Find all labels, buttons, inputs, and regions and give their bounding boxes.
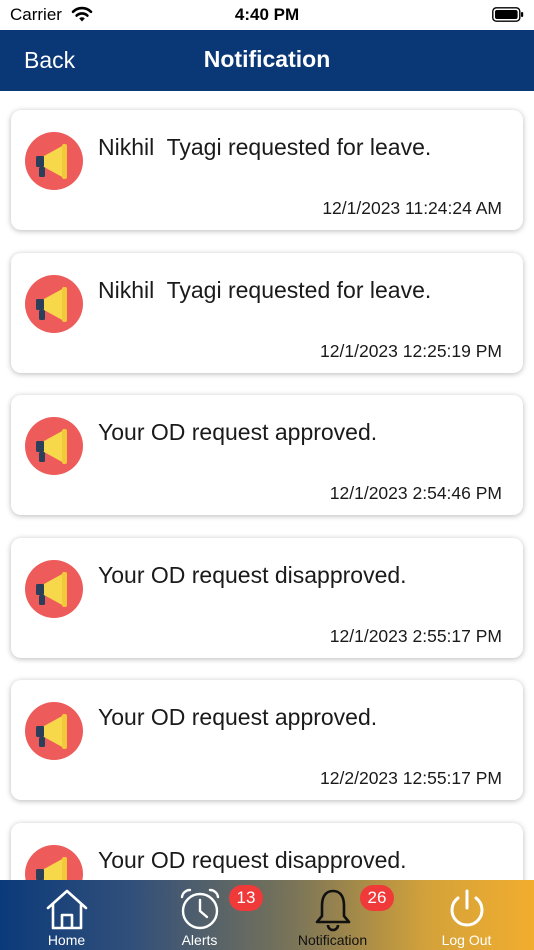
notification-message: Nikhil Tyagi requested for leave.	[98, 276, 432, 303]
power-icon	[450, 889, 483, 927]
notification-card[interactable]: Your OD request disapproved. 12/1/2023 2:…	[11, 537, 523, 658]
battery-icon	[492, 7, 524, 22]
notification-badge: 26	[360, 885, 394, 911]
notification-timestamp: 12/1/2023 2:54:46 PM	[329, 483, 502, 503]
notification-timestamp: 12/1/2023 11:24:24 AM	[322, 198, 502, 218]
megaphone-icon	[25, 274, 83, 333]
notification-message: Your OD request approved.	[98, 419, 378, 445]
notification-timestamp: 12/2/2023 12:55:17 PM	[320, 768, 502, 788]
megaphone-icon	[25, 417, 83, 475]
tab-notification-label: Notification	[297, 932, 368, 948]
tab-notification[interactable]: 26 Notification	[266, 880, 399, 950]
tab-alerts[interactable]: 13 Alerts	[133, 880, 266, 950]
notification-message: Your OD request disapproved.	[98, 561, 407, 588]
notification-card[interactable]: Nikhil Tyagi requested for leave. 12/1/20…	[11, 252, 523, 373]
tab-home[interactable]: Home	[0, 880, 133, 950]
notification-card[interactable]: Your OD request disapproved.	[11, 822, 523, 880]
page-title: Notification	[203, 46, 331, 72]
notification-timestamp: 12/1/2023 12:25:19 PM	[320, 340, 502, 361]
tab-home-label: Home	[47, 932, 86, 948]
bell-icon	[315, 889, 350, 932]
notification-message: Nikhil Tyagi requested for leave.	[98, 134, 432, 160]
megaphone-icon	[25, 559, 83, 618]
megaphone-icon	[25, 702, 83, 760]
status-bar: Carrier 4:40 PM	[0, 0, 534, 30]
notification-card[interactable]: Your OD request approved. 12/1/2023 2:54:…	[11, 395, 523, 515]
notification-message: Your OD request approved.	[98, 704, 378, 730]
notification-list[interactable]: Nikhil Tyagi requested for leave. 12/1/20…	[0, 91, 534, 880]
status-time: 4:40 PM	[234, 5, 300, 24]
tab-alerts-label: Alerts	[181, 932, 218, 948]
notification-timestamp: 12/1/2023 2:55:17 PM	[329, 625, 502, 646]
alerts-badge: 13	[229, 885, 263, 911]
megaphone-icon	[25, 132, 83, 190]
notification-card[interactable]: Nikhil Tyagi requested for leave. 12/1/20…	[11, 110, 523, 230]
tab-logout-label: Log Out	[441, 932, 492, 948]
notification-card[interactable]: Your OD request approved. 12/2/2023 12:55…	[11, 680, 523, 800]
navigation-bar: Back Notification	[0, 30, 534, 91]
alarm-clock-icon	[180, 888, 219, 930]
notification-message: Your OD request disapproved.	[98, 846, 407, 873]
megaphone-icon	[25, 844, 83, 880]
tab-logout[interactable]: Log Out	[400, 880, 533, 950]
tab-bar: Home 13 Alerts 26 Notification Log Out	[0, 880, 534, 950]
home-icon	[46, 889, 87, 930]
